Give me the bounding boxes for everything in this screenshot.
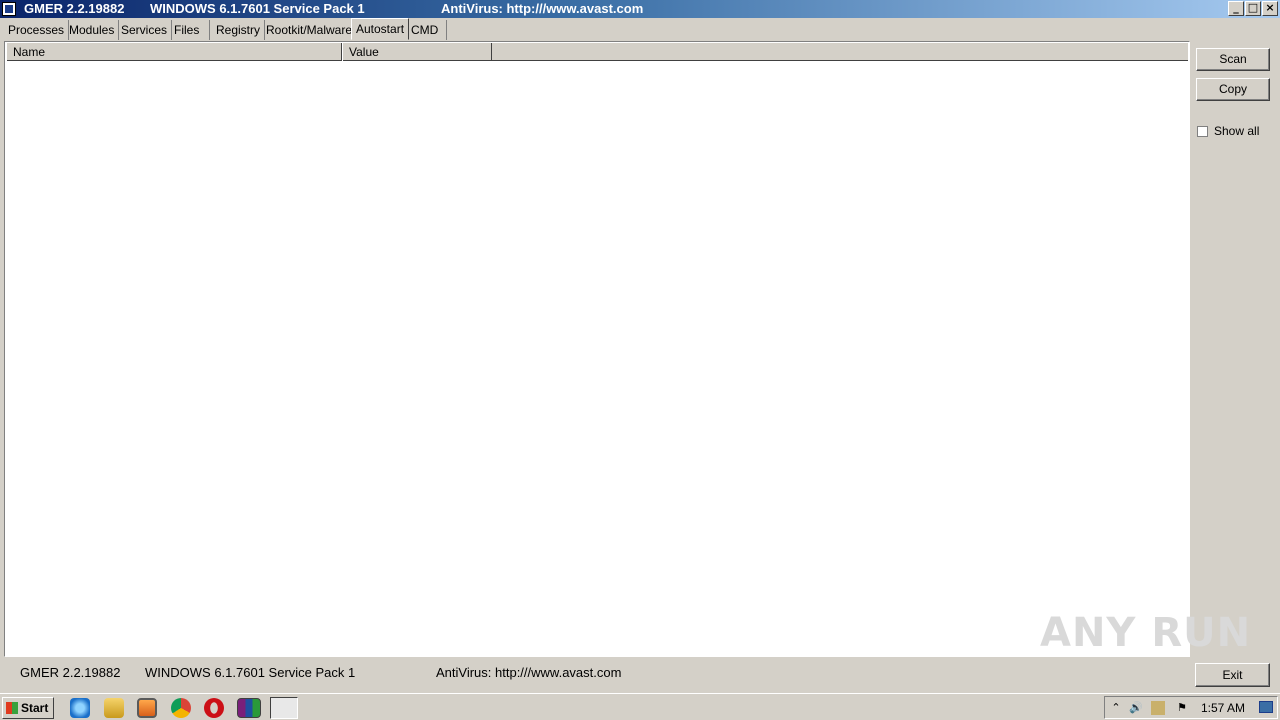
minimize-button[interactable]: _ [1228,1,1244,16]
tab-files[interactable]: Files [170,20,210,40]
tab-processes[interactable]: Processes [4,20,70,40]
windows-flag-icon [6,702,18,714]
exit-button[interactable]: Exit [1195,663,1270,687]
tab-registry[interactable]: Registry [212,20,266,40]
start-label: Start [21,701,49,715]
tab-modules[interactable]: Modules [65,20,120,40]
system-tray: ⌃ 🔊 ⚑ 1:57 AM [1104,696,1278,719]
list-header: Name Value [6,43,1188,61]
show-all-label: Show all [1214,124,1260,138]
ie-icon[interactable] [70,698,90,718]
side-panel: Scan Copy Show all [1190,41,1280,657]
tab-autostart[interactable]: Autostart [351,18,410,40]
explorer-icon[interactable] [104,698,124,718]
column-value[interactable]: Value [342,43,492,61]
watermark: ANY RUN [1040,610,1252,656]
scan-button[interactable]: Scan [1196,48,1270,71]
column-name[interactable]: Name [6,43,342,61]
taskbar: Start ⌃ 🔊 ⚑ 1:57 AM [0,693,1280,720]
close-button[interactable]: × [1262,1,1278,16]
restore-button[interactable]: □ [1245,1,1261,16]
copy-button[interactable]: Copy [1196,78,1270,101]
title-app: GMER 2.2.19882 [24,1,125,16]
app-icon [2,2,16,16]
status-app: GMER 2.2.19882 [20,665,121,680]
show-hidden-icons-icon[interactable]: ⌃ [1109,701,1123,715]
media-player-icon[interactable] [137,698,157,718]
title-os: WINDOWS 6.1.7601 Service Pack 1 [150,1,365,16]
autostart-list[interactable]: Name Value [4,41,1190,657]
opera-icon[interactable] [204,698,224,718]
start-button[interactable]: Start [2,697,54,719]
tab-services[interactable]: Services [117,20,173,40]
gmer-icon[interactable] [270,697,298,719]
status-os: WINDOWS 6.1.7601 Service Pack 1 [145,665,356,680]
action-center-flag-icon[interactable]: ⚑ [1175,701,1189,715]
tab-cmd[interactable]: CMD [407,20,447,40]
tab-rootkit-malware[interactable]: Rootkit/Malware [262,20,358,40]
status-antivirus: AntiVirus: http:///www.avast.com [436,665,622,680]
volume-icon[interactable]: 🔊 [1129,701,1143,715]
chrome-icon[interactable] [171,698,191,718]
title-bar: GMER 2.2.19882 WINDOWS 6.1.7601 Service … [0,0,1280,18]
network-icon[interactable] [1151,701,1165,715]
winrar-icon[interactable] [237,698,261,718]
clock[interactable]: 1:57 AM [1201,701,1245,715]
title-antivirus: AntiVirus: http:///www.avast.com [441,1,644,16]
show-desktop-icon[interactable] [1259,701,1273,713]
show-all-checkbox[interactable] [1197,126,1208,137]
status-bar: GMER 2.2.19882 WINDOWS 6.1.7601 Service … [0,659,1280,691]
